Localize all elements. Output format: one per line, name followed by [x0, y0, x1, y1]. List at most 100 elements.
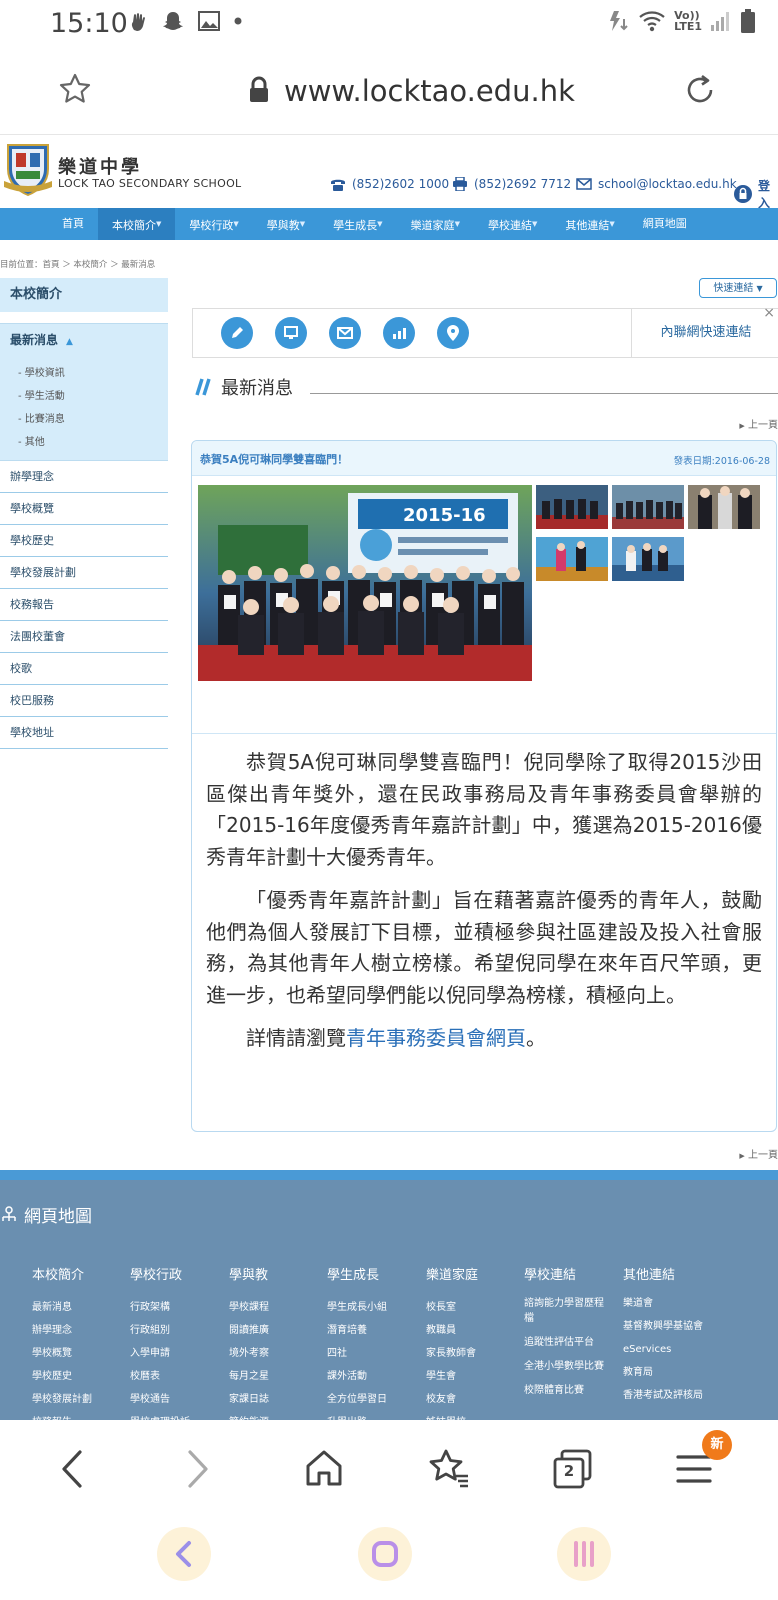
chevron-down-icon: ▼	[299, 220, 306, 228]
sidebar-subitem-others[interactable]: - 其他	[18, 431, 168, 454]
breadcrumb: 目前位置：首頁 ＞ 本校簡介 ＞ 最新消息	[0, 260, 156, 270]
printer-icon	[452, 177, 468, 191]
site-header: 樂道中學 LOCK TAO SECONDARY SCHOOL (852)2602…	[0, 134, 778, 211]
school-name-en: LOCK TAO SECONDARY SCHOOL	[58, 177, 242, 190]
footer-col-about: 本校簡介 最新消息 辦學理念 學校概覽 學校歷史 學校發展計劃 校務報告	[32, 1268, 92, 1420]
sidebar-item-imc[interactable]: 法團校董會	[0, 621, 168, 653]
chevron-down-icon: ▼	[756, 284, 763, 293]
status-bar: 15:10 Vo)) LTE1	[0, 0, 778, 46]
sidebar-item-annual-report[interactable]: 校務報告	[0, 589, 168, 621]
mail-icon[interactable]	[329, 317, 361, 349]
nav-school-links[interactable]: 學校連結▼	[474, 208, 551, 240]
gallery-icon	[198, 11, 220, 31]
dot-icon	[234, 17, 242, 25]
prev-page-link-bottom[interactable]: ▶ 上一頁	[739, 1146, 778, 1161]
quick-link-dropdown[interactable]: 快速連結 ▼	[699, 278, 777, 298]
nav-sitemap[interactable]: 網頁地圖	[629, 208, 701, 240]
phone-contact: (852)2602 1000	[330, 177, 449, 191]
article-paragraph-3: 詳情請瀏覽青年事務委員會網頁。	[246, 1026, 546, 1050]
photo-thumbnail-5[interactable]	[612, 537, 684, 581]
article-paragraph-2: 「優秀青年嘉許計劃」旨在藉著嘉許優秀的青年人，鼓勵他們為個人發展訂下目標，並積極…	[206, 888, 762, 1007]
network-label: Vo)) LTE1	[674, 9, 702, 33]
school-crest-icon[interactable]	[4, 141, 52, 197]
system-back-icon[interactable]	[156, 1526, 212, 1582]
youth-commission-link[interactable]: 青年事務委員會網頁	[346, 1026, 526, 1050]
triangle-right-icon: ▶	[739, 422, 745, 430]
fax-contact: (852)2692 7712	[452, 177, 571, 191]
chevron-down-icon: ▼	[531, 220, 538, 228]
sidebar-item-history[interactable]: 學校歷史	[0, 525, 168, 557]
chevron-up-icon: ▲	[66, 337, 73, 347]
battery-icon	[740, 8, 756, 34]
article-header: 恭賀5A倪可琳同學雙喜臨門！ 發表日期:2016-06-28	[192, 441, 776, 476]
article-date: 發表日期:2016-06-28	[673, 456, 770, 467]
secure-lock-icon	[248, 76, 270, 104]
article-body: 恭賀5A倪可琳同學雙喜臨門！倪同學除了取得2015沙田區傑出青年獎外，還在民政事…	[206, 747, 762, 1067]
chart-icon[interactable]	[383, 317, 415, 349]
nav-administration[interactable]: 學校行政▼	[175, 208, 252, 240]
sidebar-item-mission[interactable]: 辦學理念	[0, 461, 168, 493]
nav-about[interactable]: 本校簡介▼	[98, 208, 176, 240]
article-title[interactable]: 恭賀5A倪可琳同學雙喜臨門！	[200, 451, 348, 467]
chevron-down-icon: ▼	[233, 220, 239, 228]
triangle-right-icon: ▶	[739, 1152, 745, 1160]
tabs-icon[interactable]: 2	[552, 1448, 594, 1490]
nav-learning-teaching[interactable]: 學與教▼	[253, 208, 319, 240]
nav-student-growth[interactable]: 學生成長▼	[319, 208, 396, 240]
photo-thumbnail-4[interactable]	[536, 537, 608, 581]
email-contact[interactable]: school@locktao.edu.hk	[576, 177, 737, 191]
sidebar-item-school-song[interactable]: 校歌	[0, 653, 168, 685]
system-recents-icon[interactable]	[556, 1526, 612, 1582]
footer-col-school-links: 學校連結 諮詢能力學習歷程檔 追蹤性評估平台 全港小學數學比賽 校際體育比賽	[524, 1268, 604, 1396]
url-text[interactable]: www.locktao.edu.hk	[284, 74, 575, 108]
system-home-icon[interactable]	[357, 1526, 413, 1582]
photo-thumbnail-2[interactable]	[612, 485, 684, 529]
footer-col-learning: 學與教 學校課程 閱讀推廣 境外考察 每月之星 家課日誌 節約能源	[229, 1268, 269, 1420]
double-slash-icon	[193, 378, 213, 396]
footer-title: 網頁地圖	[0, 1202, 92, 1227]
back-icon[interactable]	[58, 1448, 86, 1490]
chevron-down-icon: ▼	[156, 220, 162, 228]
phone-icon	[330, 177, 346, 191]
close-icon[interactable]: ×	[763, 305, 775, 321]
sidebar-subitem-competitions[interactable]: - 比賽消息	[18, 408, 168, 431]
nav-home[interactable]: 首頁	[48, 208, 98, 240]
sidebar-subitem-school-info[interactable]: - 學校資訊	[18, 362, 168, 385]
mail-icon	[576, 178, 592, 190]
menu-icon[interactable]	[676, 1452, 712, 1486]
footer-top-bar	[0, 1170, 778, 1180]
map-pin-icon[interactable]	[437, 317, 469, 349]
article-divider	[192, 733, 776, 734]
login-link[interactable]: 登入	[734, 177, 778, 211]
sitemap-icon	[0, 1205, 18, 1224]
new-badge: 新	[702, 1430, 732, 1460]
intranet-link[interactable]: 內聯網快速連結	[631, 309, 778, 357]
prev-page-link-top[interactable]: ▶ 上一頁	[739, 416, 778, 431]
school-name-cn: 樂道中學	[58, 157, 142, 178]
article-paragraph-1: 恭賀5A倪可琳同學雙喜臨門！倪同學除了取得2015沙田區傑出青年獎外，還在民政事…	[206, 750, 762, 869]
footer-col-family: 樂道家庭 校長室 教職員 家長教師會 學生會 校友會 姊妹學校	[426, 1268, 479, 1420]
photo-thumbnail-1[interactable]	[536, 485, 608, 529]
sidebar-item-development-plan[interactable]: 學校發展計劃	[0, 557, 168, 589]
monitor-icon[interactable]	[275, 317, 307, 349]
bookmarks-icon[interactable]	[428, 1448, 470, 1488]
status-time: 15:10	[50, 8, 128, 39]
sidebar-item-address[interactable]: 學校地址	[0, 717, 168, 749]
pencil-icon[interactable]	[221, 317, 253, 349]
sidebar-item-school-bus[interactable]: 校巴服務	[0, 685, 168, 717]
reload-icon[interactable]	[682, 72, 718, 108]
nav-family[interactable]: 樂道家庭▼	[397, 208, 474, 240]
footer-sitemap: 網頁地圖 本校簡介 最新消息 辦學理念 學校概覽 學校歷史 學校發展計劃 校務報…	[0, 1170, 778, 1420]
main-photo[interactable]: 2015-16	[198, 485, 532, 681]
sidebar-title: 本校簡介	[0, 278, 168, 312]
hand-notification-icon	[128, 10, 148, 32]
sidebar-subitem-student-activities[interactable]: - 學生活動	[18, 385, 168, 408]
home-icon[interactable]	[304, 1448, 344, 1488]
photo-thumbnail-3[interactable]	[688, 485, 760, 529]
sidebar-item-overview[interactable]: 學校概覽	[0, 493, 168, 525]
sidebar-item-news[interactable]: 最新消息 ▲	[0, 323, 168, 356]
sidebar: 本校簡介 最新消息 ▲ - 學校資訊 - 學生活動 - 比賽消息 - 其他 辦學理…	[0, 278, 168, 749]
forward-icon[interactable]	[184, 1448, 212, 1490]
bookmark-star-icon[interactable]	[58, 72, 92, 106]
nav-other-links[interactable]: 其他連結▼	[551, 208, 628, 240]
